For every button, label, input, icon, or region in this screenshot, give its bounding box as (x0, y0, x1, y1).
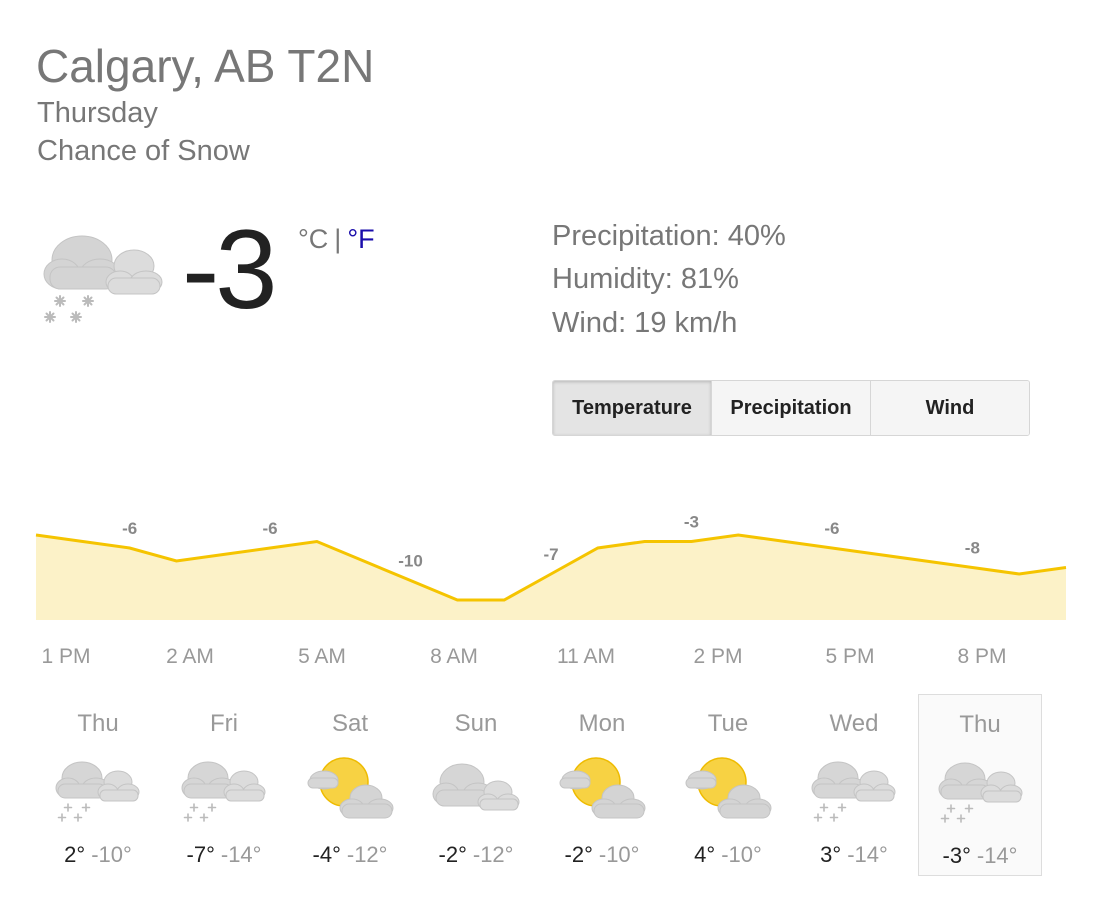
celsius-unit[interactable]: °C (298, 224, 328, 254)
forecast-day-sat[interactable]: Sat -4° -12° (288, 694, 412, 876)
forecast-low: -14° (847, 842, 888, 867)
hour-tick-label: 1 PM (41, 645, 91, 668)
hour-tick-label: 5 AM (298, 645, 346, 668)
forecast-day-wed[interactable]: Wed 3° -14° (792, 694, 916, 876)
snow-cloud-icon (180, 754, 270, 824)
unit-separator: | (334, 224, 342, 254)
chart-data-label: -8 (965, 539, 980, 558)
forecast-day-name: Sun (454, 710, 498, 737)
forecast-day-name: Thu (77, 710, 119, 737)
forecast-high: 3° (820, 842, 842, 867)
hour-tick-label: 2 PM (693, 645, 743, 668)
forecast-temps: 3° -14° (792, 842, 916, 868)
current-temperature: -3 (182, 207, 278, 332)
temperature-chart: -6 -6 -10 -7 -3 -6 -8 (35, 513, 1067, 620)
forecast-temps: 4° -10° (666, 842, 790, 868)
forecast-temps: -7° -14° (162, 842, 286, 868)
forecast-low: -14° (220, 842, 262, 867)
cloudy-icon (432, 754, 522, 824)
forecast-low: -12° (472, 842, 514, 867)
forecast-day-name: Tue (707, 710, 749, 737)
forecast-day-tue[interactable]: Tue 4° -10° (666, 694, 790, 876)
chart-data-label: -6 (263, 519, 278, 538)
tab-temperature[interactable]: Temperature (553, 381, 711, 435)
day-label: Thursday (37, 97, 158, 129)
forecast-temps: -4° -12° (288, 842, 412, 868)
forecast-low: -14° (976, 843, 1018, 868)
forecast-day-name: Sat (331, 710, 369, 737)
snow-cloud-icon (937, 755, 1027, 825)
forecast-low: -10° (91, 842, 132, 867)
forecast-day-thu[interactable]: Thu 2° -10° (36, 694, 160, 876)
hour-tick-label: 2 AM (166, 645, 214, 668)
forecast-day-name: Thu (959, 711, 1001, 738)
partly-sunny-icon (306, 754, 396, 824)
forecast-temps: -2° -12° (414, 842, 538, 868)
forecast-day-name: Fri (210, 710, 238, 737)
forecast-temps: 2° -10° (36, 842, 160, 868)
hour-tick-label: 8 AM (430, 645, 478, 668)
tab-precipitation[interactable]: Precipitation (711, 381, 870, 435)
chart-data-label: -7 (543, 545, 558, 564)
fahrenheit-link[interactable]: °F (347, 224, 374, 254)
chart-data-label: -6 (824, 519, 839, 538)
forecast-low: -10° (721, 842, 762, 867)
humidity-stat: Humidity: 81% (552, 263, 739, 295)
chart-data-label: -10 (398, 552, 423, 571)
forecast-day-fri[interactable]: Fri -7° -14° (162, 694, 286, 876)
wind-stat: Wind: 19 km/h (552, 307, 738, 339)
hour-tick-label: 11 AM (557, 645, 615, 668)
location-title: Calgary, AB T2N (36, 40, 375, 92)
snow-cloud-icon (43, 235, 163, 323)
forecast-high: 2° (64, 842, 86, 867)
forecast-high: -3° (942, 843, 971, 868)
forecast-day-mon[interactable]: Mon -2° -10° (540, 694, 664, 876)
condition-label: Chance of Snow (37, 135, 250, 167)
forecast-low: -10° (598, 842, 640, 867)
forecast-high: 4° (694, 842, 716, 867)
hour-tick-label: 8 PM (957, 645, 1007, 668)
hour-tick-label: 5 PM (825, 645, 875, 668)
partly-sunny-icon (684, 754, 774, 824)
forecast-temps: -2° -10° (540, 842, 664, 868)
forecast-high: -2° (438, 842, 467, 867)
forecast-high: -7° (186, 842, 215, 867)
snow-cloud-icon (54, 754, 144, 824)
forecast-day-sun[interactable]: Sun -2° -12° (414, 694, 538, 876)
chart-tabs: Temperature Precipitation Wind (552, 380, 1030, 436)
precipitation-stat: Precipitation: 40% (552, 220, 786, 252)
chart-data-label: -3 (684, 513, 699, 532)
forecast-high: -2° (564, 842, 593, 867)
chart-data-label: -6 (122, 519, 137, 538)
unit-toggle: °C | °F (298, 224, 375, 255)
forecast-high: -4° (312, 842, 341, 867)
forecast-temps: -3° -14° (919, 843, 1041, 869)
forecast-day-name: Wed (829, 710, 879, 737)
tab-wind[interactable]: Wind (870, 381, 1029, 435)
partly-sunny-icon (558, 754, 648, 824)
forecast-low: -12° (346, 842, 388, 867)
forecast-day-thu[interactable]: Thu -3° -14° (918, 694, 1042, 876)
forecast-day-name: Mon (578, 710, 626, 737)
snow-cloud-icon (810, 754, 900, 824)
